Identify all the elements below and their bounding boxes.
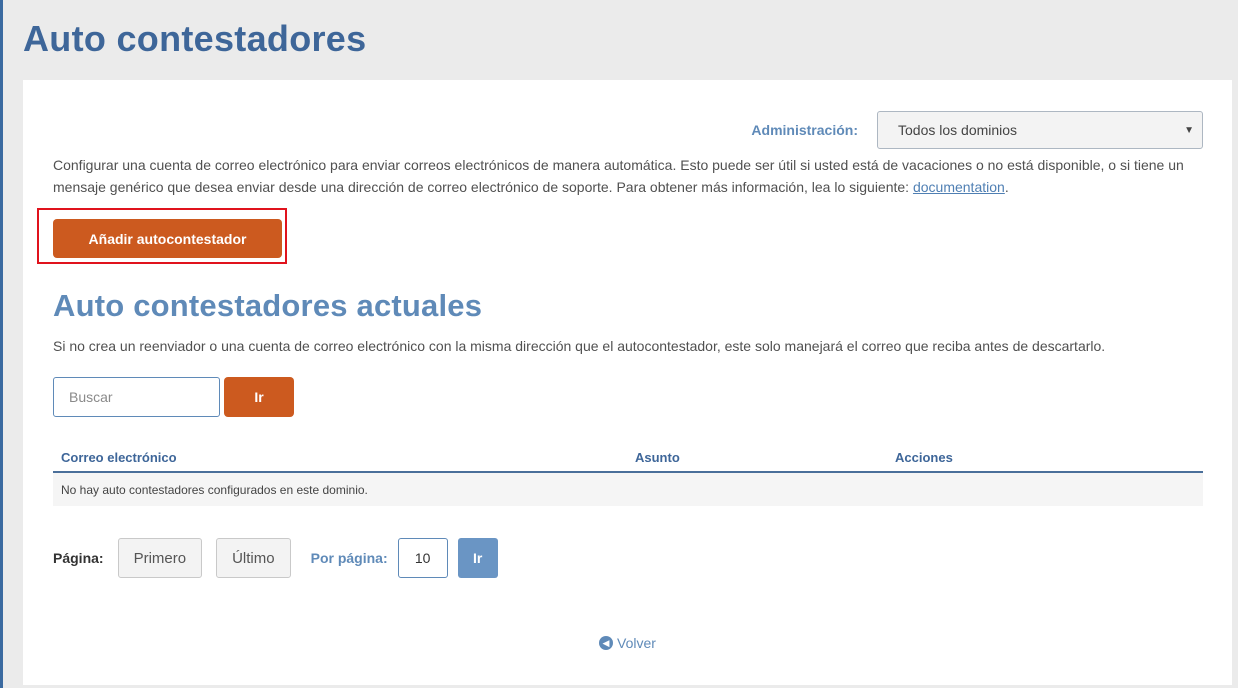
documentation-link[interactable]: documentation [913, 179, 1005, 195]
page-label: Página: [53, 550, 104, 566]
first-page-button[interactable]: Primero [117, 538, 203, 578]
per-page-input[interactable] [397, 538, 448, 578]
autoresponders-table: Correo electrónico Asunto Acciones No ha… [53, 443, 1203, 506]
content-panel: Administración: Todos los dominios ▼ Con… [23, 80, 1232, 685]
column-header-subject[interactable]: Asunto [627, 450, 887, 465]
back-link[interactable]: ◀ Volver [599, 635, 656, 651]
search-input[interactable] [53, 377, 220, 417]
domain-select[interactable]: Todos los dominios ▼ [877, 111, 1203, 149]
add-button-highlight: Añadir autocontestador [37, 208, 287, 264]
column-header-actions: Acciones [895, 449, 953, 465]
administration-label: Administración: [751, 122, 858, 138]
last-page-button[interactable]: Último [216, 538, 291, 578]
left-accent-rule [0, 0, 3, 688]
intro-tail: . [1004, 179, 1009, 195]
per-page-label: Por página: [310, 550, 388, 566]
per-page-go-button[interactable]: Ir [457, 538, 498, 578]
domain-select-value: Todos los dominios [898, 122, 1018, 138]
arrow-left-circle-icon: ◀ [599, 636, 613, 650]
table-header: Correo electrónico Asunto Acciones [53, 443, 1203, 473]
pagination: Página: Primero Último Por página: Ir [53, 538, 498, 578]
current-autoresponders-title: Auto contestadores actuales [53, 288, 483, 323]
table-empty-row: No hay auto contestadores configurados e… [53, 473, 1203, 506]
search-go-button[interactable]: Ir [224, 377, 294, 417]
intro-text: Configurar una cuenta de correo electrón… [53, 154, 1203, 198]
add-autoresponder-button[interactable]: Añadir autocontestador [53, 219, 282, 258]
back-label: Volver [617, 635, 656, 651]
page-title: Auto contestadores [23, 18, 367, 59]
intro-body: Configurar una cuenta de correo electrón… [53, 157, 1184, 195]
column-header-email[interactable]: Correo electrónico [53, 450, 627, 465]
chevron-down-icon: ▼ [1184, 124, 1194, 136]
administration-row: Administración: Todos los dominios ▼ [751, 111, 1203, 149]
current-autoresponders-description: Si no crea un reenviador o una cuenta de… [53, 338, 1106, 354]
